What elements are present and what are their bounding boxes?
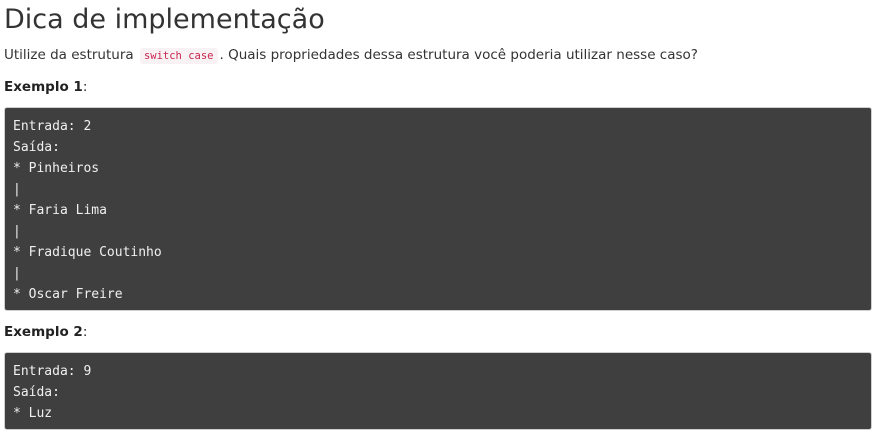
code-line: * Faria Lima — [13, 203, 107, 218]
example-2-code-block: Entrada: 9 Saída: * Luz — [4, 352, 872, 430]
code-line: | — [13, 224, 21, 239]
code-line: Entrada: 2 — [13, 119, 92, 134]
content-area: Dica de implementação Utilize da estrutu… — [0, 0, 876, 430]
example-1-label-text: Exemplo 1 — [4, 79, 83, 95]
code-line: | — [13, 266, 21, 281]
page-title: Dica de implementação — [4, 4, 325, 35]
code-line: Saída: — [13, 385, 60, 400]
example-2-label: Exemplo 2: — [4, 322, 872, 342]
code-line: * Luz — [13, 406, 53, 421]
hint-paragraph: Utilize da estrutura switch case. Quais … — [4, 45, 872, 66]
code-line: * Fradique Coutinho — [13, 245, 162, 260]
hint-text-after: . Quais propriedades dessa estrutura voc… — [219, 47, 698, 63]
example-1-label: Exemplo 1: — [4, 77, 872, 97]
code-line: * Pinheiros — [13, 161, 100, 176]
example-1-code-block: Entrada: 2 Saída: * Pinheiros | * Faria … — [4, 107, 872, 311]
example-1-label-suffix: : — [82, 79, 88, 95]
code-line: * Oscar Freire — [13, 287, 123, 302]
example-2-label-suffix: : — [82, 324, 88, 340]
code-line: Entrada: 9 — [13, 364, 92, 379]
example-2-label-text: Exemplo 2 — [4, 324, 83, 340]
code-line: | — [13, 182, 21, 197]
hint-text-before: Utilize da estrutura — [4, 47, 138, 63]
code-line: Saída: — [13, 140, 60, 155]
inline-code: switch case — [139, 48, 218, 64]
